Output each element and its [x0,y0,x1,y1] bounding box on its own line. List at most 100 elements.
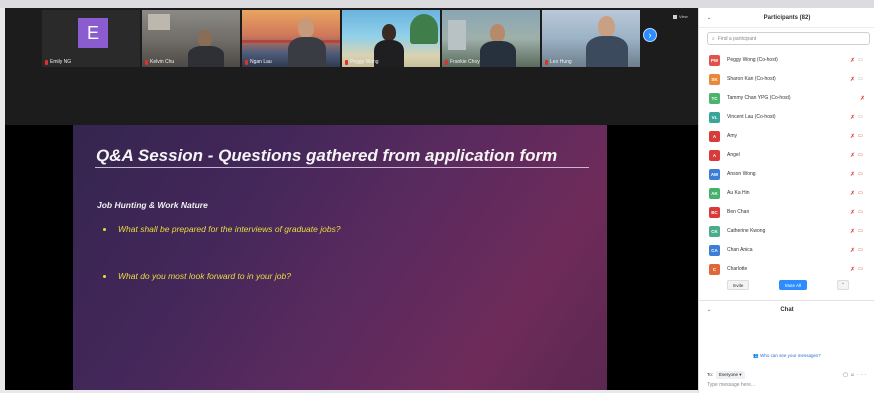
avatar: C [709,263,720,275]
video-off-icon: ▭ [858,190,863,196]
video-tile[interactable]: Kelvin Chu [142,10,240,67]
shared-screen: Q&A Session - Questions gathered from ap… [5,125,698,390]
video-tile[interactable]: Leo Hung [542,10,640,67]
to-label: To: [707,372,714,377]
mute-all-button[interactable]: Mute All [779,280,807,290]
person-body [480,41,516,67]
participant-row[interactable]: VL Vincent Lau (Co-host) ✗ ▭ [699,110,874,124]
chat-recipient-row: To: Everyone ▾ ▢☺··· [707,370,870,379]
video-icon: ▭ [858,57,863,63]
participant-name: Catherine Kwong [727,228,766,234]
video-gallery: E Emily NG Kelvin Chu Ngan Lau Peggy Won… [5,8,698,125]
chat-tools[interactable]: ▢☺··· [843,372,868,378]
participant-name-label: Emily NG [45,59,71,65]
video-off-icon: ▭ [858,228,863,234]
participants-header: ⌄ Participants (82) [699,8,874,28]
video-off-icon: ▭ [858,133,863,139]
participant-row[interactable]: A Angel ✗ ▭ [699,148,874,162]
participant-search-input[interactable]: ⌕ Find a participant [707,32,870,45]
participant-name: Chan Anica [727,247,753,253]
avatar: A [709,149,720,161]
muted-mic-icon: ✗ [860,95,866,102]
more-options-button[interactable]: ⌃ [837,280,849,290]
bullet-item: What do you most look forward to in your… [103,271,291,281]
participant-row[interactable]: A Amy ✗ ▭ [699,129,874,143]
chevron-down-icon[interactable]: ⌄ [707,307,711,313]
who-can-see-link[interactable]: 👥 Who can see your messages? [699,353,874,359]
participant-row[interactable]: CK Catherine Kwong ✗ ▭ [699,224,874,238]
avatar: E [78,18,108,48]
participant-name-label: Peggy Wong [345,59,379,65]
person-head [598,16,615,37]
participant-row[interactable]: SK Sharon Kan (Co-host) ✗ ▭ [699,72,874,86]
video-tile[interactable]: Frankie Choy [442,10,540,67]
participant-name: Sharon Kan (Co-host) [727,76,776,82]
muted-mic-icon: ✗ [850,133,856,140]
section-heading: Job Hunting & Work Nature [97,200,208,210]
chevron-up-icon: ⌃ [841,282,845,287]
video-off-icon: ▭ [858,209,863,215]
video-tile[interactable]: E Emily NG [42,10,140,67]
participant-name: Charlotte [727,266,748,272]
presentation-slide: Q&A Session - Questions gathered from ap… [73,125,607,390]
window-top-edge [0,0,874,8]
muted-mic-icon: ✗ [850,171,856,178]
view-button[interactable]: View [673,14,688,19]
bullet-item: What shall be prepared for the interview… [103,224,341,234]
bullet-text: What shall be prepared for the interview… [118,224,341,234]
title-underline [95,167,589,168]
person-head [490,24,505,42]
participant-row[interactable]: PW Peggy Wong (Co-host) ✗ ▭ [699,53,874,67]
background-palm [410,14,438,44]
participant-name: Au Ka Hin [727,190,750,196]
chevron-right-icon: › [648,30,652,40]
background-shelf [148,14,170,30]
video-off-icon: ▭ [858,266,863,272]
avatar: AW [709,168,720,180]
avatar: BC [709,206,720,218]
muted-mic-icon [345,59,348,65]
slide-title: Q&A Session - Questions gathered from ap… [96,146,558,165]
people-icon: 👥 [753,353,759,358]
video-off-icon: ▭ [858,171,863,177]
muted-mic-icon: ✗ [850,228,856,235]
participant-name-label: Ngan Lau [245,59,272,65]
person-head [298,18,314,38]
participants-title: Participants (82) [763,14,811,21]
muted-mic-icon: ✗ [850,247,856,254]
avatar: AK [709,187,720,199]
muted-mic-icon: ✗ [850,152,856,159]
participant-name: Ben Chan [727,209,750,215]
chat-message-input[interactable]: Type message here... [707,382,755,388]
view-label: View [679,14,688,19]
bullet-icon [103,274,106,278]
participant-row[interactable]: CA Chan Anica ✗ ▭ [699,243,874,257]
person-body [586,36,628,67]
avatar: VL [709,111,720,123]
bullet-icon [103,227,106,231]
person-body [288,37,326,67]
participant-row[interactable]: BC Ben Chan ✗ ▭ [699,205,874,219]
next-page-button[interactable]: › [643,28,657,42]
meeting-area: E Emily NG Kelvin Chu Ngan Lau Peggy Won… [5,8,698,390]
participant-row[interactable]: TC Tammy Chan YPG (Co-host) ✗ [699,91,874,105]
participant-row[interactable]: AK Au Ka Hin ✗ ▭ [699,186,874,200]
chevron-down-icon[interactable]: ⌄ [707,15,711,21]
search-icon: ⌕ [712,35,715,42]
muted-mic-icon: ✗ [850,266,856,273]
video-tile[interactable]: Ngan Lau [242,10,340,67]
invite-button[interactable]: Invite [727,280,749,290]
muted-mic-icon: ✗ [850,114,856,121]
recipient-dropdown[interactable]: Everyone ▾ [716,370,745,379]
avatar: PW [709,54,720,66]
participant-name: Tammy Chan YPG (Co-host) [727,95,791,101]
side-panel: ⌄ Participants (82) ⌕ Find a participant… [698,8,874,393]
video-tile[interactable]: Peggy Wong [342,10,440,67]
participant-name-label: Kelvin Chu [145,59,174,65]
participant-row[interactable]: C Charlotte ✗ ▭ [699,262,874,276]
muted-mic-icon: ✗ [850,76,856,83]
muted-mic-icon [245,59,248,65]
person-body [188,46,224,67]
participant-row[interactable]: AW Anson Wong ✗ ▭ [699,167,874,181]
muted-mic-icon: ✗ [850,57,856,64]
